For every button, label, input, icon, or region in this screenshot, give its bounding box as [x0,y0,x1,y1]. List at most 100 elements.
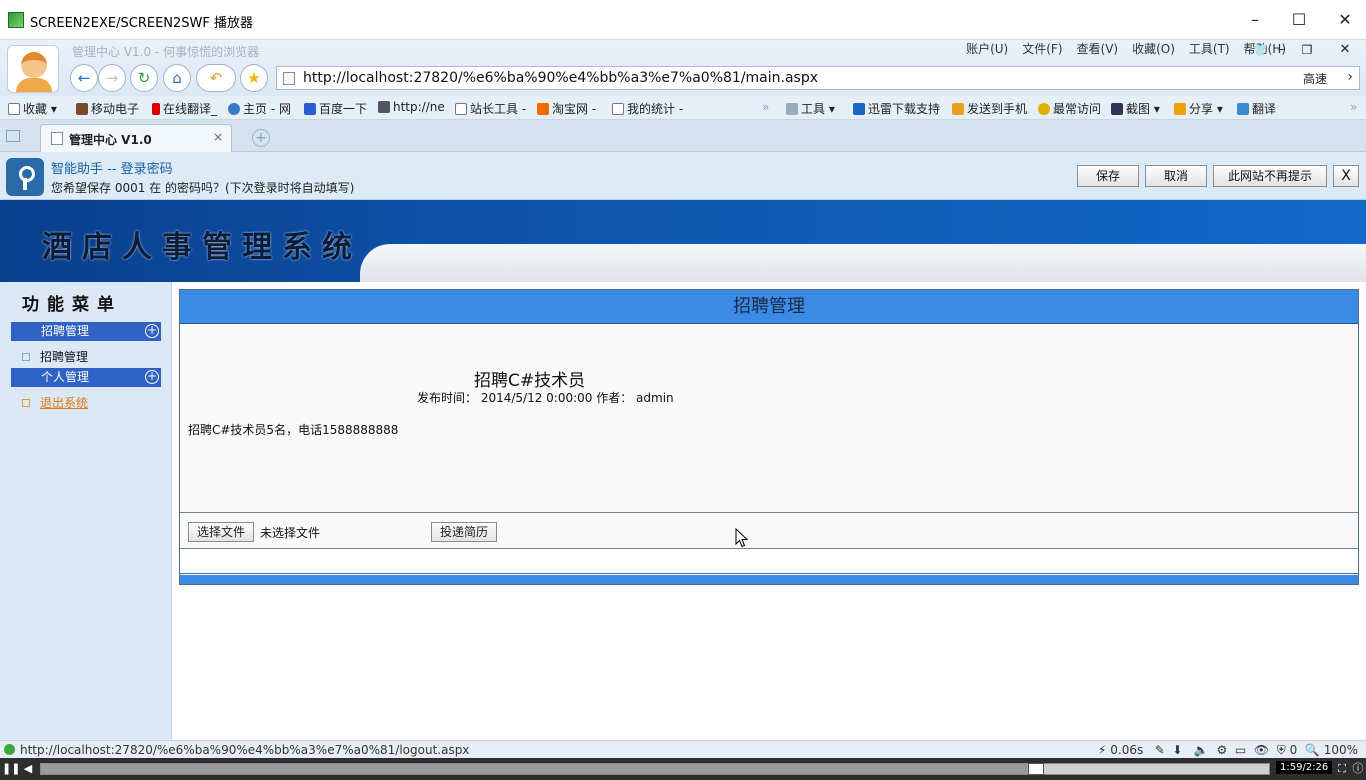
menu-account[interactable]: 账户(U) [966,40,1008,57]
logout-link[interactable]: 退出系统 [40,396,88,410]
page-icon [283,72,295,85]
menu-item-logout[interactable]: 退出系统 [22,394,88,411]
submit-resume-button[interactable]: 投递简历 [431,522,497,542]
adblock-icon[interactable]: ⛨ [1277,743,1286,757]
browser-window-title: 管理中心 V1.0 - 何事惊慌的浏览器 [72,45,260,59]
bookmark-icon [76,103,88,115]
tree-node-icon [22,399,30,407]
menu-title: 功能菜单 [22,295,122,315]
password-assistant-bar: 智能助手 -- 登录密码 您希望保存 0001 在 的密码吗？(下次登录时将自动… [0,152,1366,200]
home-icon[interactable]: ⌂ [163,64,191,92]
playback-progress-thumb[interactable] [1027,763,1044,775]
tab-page-icon [51,132,63,145]
menu-favorites[interactable]: 收藏(O) [1132,40,1175,57]
never-prompt-button[interactable]: 此网站不再提示 [1213,165,1327,187]
toolbar-most-visited[interactable]: 最常访问 [1038,100,1101,117]
volume-icon[interactable]: ◀ [20,761,36,777]
url-text[interactable]: http://localhost:27820/%e6%ba%90%e4%bb%a… [303,70,818,86]
menu-item-recruitment[interactable]: 招聘管理 [22,348,88,365]
job-post-body: 招聘C#技术员5名，电话1588888888 [188,423,399,437]
expand-plus-icon[interactable]: + [145,370,159,384]
save-password-button[interactable]: 保存 [1077,165,1139,187]
adblock-count: 0 [1289,743,1298,757]
tab-management-center[interactable]: 管理中心 V1.0 × [40,124,232,152]
close-icon[interactable]: ✕ [1330,8,1360,32]
menu-section-personal[interactable]: 个人管理 + [11,368,161,387]
window-icon[interactable]: ▭ [1235,743,1246,757]
toolbar-thunder[interactable]: 迅雷下载支持 [853,100,940,117]
status-right-area: ⚡ 0.06s ✎ ⬇ 🔈 ⚙ ▭ 👁 ⛨ 0 🔍 100% [1098,743,1358,758]
toolbar-tools[interactable]: 工具 ▾ [786,100,835,117]
toolbar-screenshot[interactable]: 截图 ▾ [1111,100,1160,117]
player-control-bar: ❚❚ ◀ 1:59/2:26 ⛶ ⓘ [0,758,1366,780]
download-icon[interactable]: ⬇ [1172,743,1182,757]
browser-close-icon[interactable]: ✕ [1330,38,1360,62]
toolbar-overflow-icon[interactable]: » [1350,100,1357,114]
site-header-banner: 酒店人事管理系统 [0,200,1366,282]
zoom-level[interactable]: 100% [1324,743,1358,757]
system-title: 酒店人事管理系统 [42,230,362,265]
refresh-icon[interactable]: ↻ [130,64,158,92]
minimize-icon[interactable]: – [1240,8,1270,32]
bookmark-home[interactable]: 主页 - 网 [228,100,291,117]
zoom-icon[interactable]: 🔍 [1305,743,1320,757]
cancel-password-button[interactable]: 取消 [1145,165,1207,187]
header-decoration [360,244,1366,282]
bookmark-translate[interactable]: 在线翻译_ [152,100,217,117]
menu-file[interactable]: 文件(F) [1022,40,1062,57]
favorite-star-icon[interactable]: ★ [240,64,268,92]
playback-progress-track[interactable] [40,763,1270,775]
go-arrow-icon[interactable]: › [1347,69,1353,85]
bookmark-icon [612,103,624,115]
most-visited-icon [1038,103,1050,115]
fullscreen-icon[interactable]: ⛶ [1334,761,1350,777]
choose-file-button[interactable]: 选择文件 [188,522,254,542]
bookmark-webmaster[interactable]: 站长工具 - [455,100,526,117]
bookmark-icon [228,103,240,115]
function-menu: 功能菜单 招聘管理 + 招聘管理 个人管理 + 退出系统 [0,282,172,740]
bookmark-http[interactable]: http://ne [378,100,445,114]
add-favorite-icon [8,103,20,115]
new-tab-icon[interactable]: + [252,129,270,147]
resume-upload-row: 选择文件 未选择文件 投递简历 [180,514,1358,549]
toolbar-send-phone[interactable]: 发送到手机 [952,100,1027,117]
eye-icon[interactable]: 👁 [1254,743,1269,757]
avatar[interactable] [7,45,59,93]
bookmarks-overflow-icon[interactable]: » [762,100,769,114]
close-password-bar-button[interactable]: X [1333,165,1359,187]
bookmark-taobao[interactable]: 淘宝网 - [537,100,596,117]
bookmark-mobile[interactable]: 移动电子 [76,100,139,117]
menu-tools[interactable]: 工具(T) [1189,40,1230,57]
menu-section-recruitment[interactable]: 招聘管理 + [11,322,161,341]
lightning-icon: ⚡ [1098,743,1107,757]
menu-view[interactable]: 查看(V) [1077,40,1119,57]
job-post-meta: 发布时间： 2014/5/12 0:00:00 作者： admin [417,391,674,405]
baidu-paw-icon [304,103,316,115]
maximize-icon[interactable]: ☐ [1284,8,1314,32]
sidebar-toggle-icon[interactable] [6,130,20,142]
forward-icon[interactable]: → [98,64,126,92]
tab-close-icon[interactable]: × [213,130,223,144]
address-bar[interactable]: http://localhost:27820/%e6%ba%90%e4%bb%a… [276,66,1360,90]
settings-icon[interactable]: ⚙ [1217,743,1228,757]
info-icon[interactable]: ⓘ [1350,761,1366,777]
bookmark-favorites[interactable]: 收藏 ▾ [8,100,57,117]
bookmark-baidu[interactable]: 百度一下 [304,100,367,117]
undo-close-icon[interactable]: ↶ [196,64,236,92]
volume-icon[interactable]: 🔈 [1194,743,1209,757]
back-icon[interactable]: ← [70,64,98,92]
expand-plus-icon[interactable]: + [145,324,159,338]
bookmarks-bar: 收藏 ▾ 移动电子 在线翻译_ 主页 - 网 百度一下 http://ne 站长… [0,96,1366,120]
speed-mode-button[interactable]: 高速 [1303,70,1327,87]
pen-icon[interactable]: ✎ [1155,743,1165,757]
browser-status-bar: http://localhost:27820/%e6%ba%90%e4%bb%a… [0,740,1366,758]
toolbar-translate[interactable]: 翻译 [1237,100,1276,117]
screenshot-icon [1111,103,1123,115]
bookmark-stats[interactable]: 我的统计 - [612,100,683,117]
toolbar-share[interactable]: 分享 ▾ [1174,100,1223,117]
pause-icon[interactable]: ❚❚ [2,761,20,777]
tree-node-icon [22,353,30,361]
browser-restore-icon[interactable]: ❐ [1292,38,1322,62]
panel-footer [180,575,1358,584]
panel-title: 招聘管理 [180,290,1358,324]
